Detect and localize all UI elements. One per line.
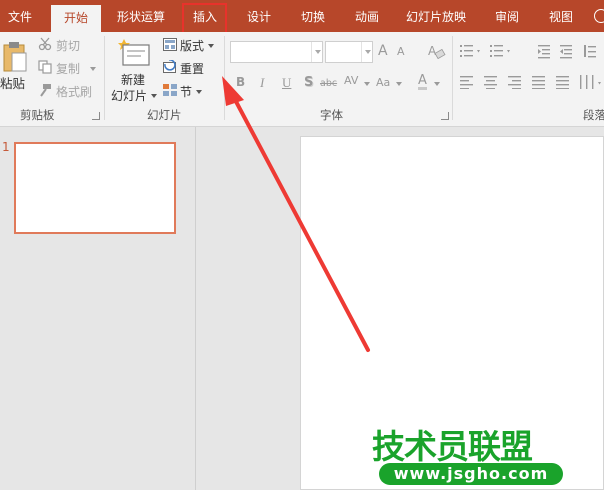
annotation-arrow-icon: [222, 76, 370, 352]
